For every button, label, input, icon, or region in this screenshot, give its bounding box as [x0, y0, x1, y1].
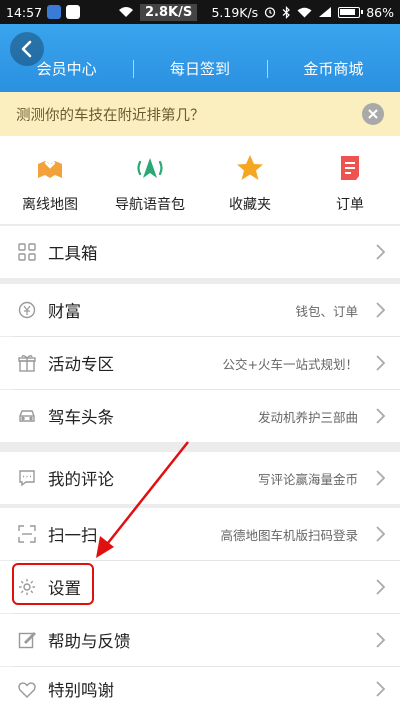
chevron-right-icon — [376, 470, 386, 486]
wifi-signal-icon — [297, 7, 312, 17]
grid-icon — [18, 243, 36, 261]
edit-icon — [18, 631, 36, 649]
chevron-right-icon — [376, 355, 386, 371]
menu-item-wealth[interactable]: 财富 钱包、订单 — [0, 284, 400, 336]
menu-item-label: 驾车头条 — [48, 408, 114, 427]
app-notification-icon — [47, 5, 62, 19]
heart-icon — [18, 681, 36, 699]
menu-item-label: 财富 — [48, 302, 81, 321]
offline-map-icon — [34, 152, 66, 184]
status-time: 14:57 — [6, 4, 43, 20]
quick-actions: 离线地图 导航语音包 收藏夹 订单 — [0, 136, 400, 224]
tab-coin-mall[interactable]: 金币商城 — [266, 54, 400, 84]
chevron-right-icon — [376, 526, 386, 542]
menu-item-label: 帮助与反馈 — [48, 632, 131, 651]
battery-level — [340, 8, 355, 15]
chevron-right-icon — [376, 244, 386, 260]
comment-icon — [18, 469, 36, 487]
chevron-right-icon — [376, 632, 386, 648]
menu-item-label: 扫一扫 — [48, 526, 98, 545]
chevron-right-icon — [376, 579, 386, 595]
menu-item-driving-news[interactable]: 驾车头条 发动机养护三部曲 — [0, 390, 400, 442]
tab-daily-checkin[interactable]: 每日签到 — [133, 54, 266, 84]
cellular-signal-icon — [319, 7, 332, 17]
settings-highlight-box — [12, 563, 94, 605]
notice-text: 测测你的车技在附近排第几？ — [16, 107, 205, 124]
menu-item-events[interactable]: 活动专区 公交+火车一站式规划！ — [0, 337, 400, 389]
alarm-icon — [265, 7, 276, 18]
wifi-icon — [119, 7, 133, 17]
order-icon — [334, 152, 366, 184]
qq-notification-icon — [66, 5, 81, 19]
close-icon — [368, 109, 378, 119]
chevron-right-icon — [376, 681, 386, 697]
coin-icon — [18, 301, 36, 319]
menu-item-label: 活动专区 — [48, 355, 114, 374]
quick-voice-pack-label: 导航语音包 — [115, 197, 185, 213]
menu-item-label: 特别鸣谢 — [48, 680, 114, 700]
menu-item-label: 工具箱 — [48, 244, 98, 263]
header: 会员中心 每日签到 金币商城 — [0, 24, 400, 92]
menu-item-label: 我的评论 — [48, 470, 114, 489]
menu-item-value: 公交+火车一站式规划！ — [222, 356, 358, 372]
menu-item-value: 发动机养护三部曲 — [257, 409, 358, 425]
notice-banner[interactable]: 测测你的车技在附近排第几？ — [0, 92, 400, 136]
quick-favorites[interactable]: 收藏夹 — [200, 136, 300, 224]
tab-member-center[interactable]: 会员中心 — [0, 54, 133, 84]
menu-item-toolbox[interactable]: 工具箱 — [0, 226, 400, 278]
battery-percent: 86% — [366, 4, 394, 20]
chevron-right-icon — [376, 408, 386, 424]
quick-offline-map-label: 离线地图 — [22, 197, 78, 213]
notice-close-button[interactable] — [362, 103, 384, 125]
quick-orders-label: 订单 — [336, 197, 364, 213]
status-bar: 14:57 2.8K/S 5.19K/s 86% — [0, 0, 400, 24]
menu-item-my-reviews[interactable]: 我的评论 写评论赢海量金币 — [0, 452, 400, 504]
menu-item-value: 钱包、订单 — [295, 303, 358, 319]
header-tabs: 会员中心 每日签到 金币商城 — [0, 54, 400, 84]
car-icon — [18, 407, 36, 425]
network-speed: 2.8K/S — [140, 3, 198, 21]
quick-voice-pack[interactable]: 导航语音包 — [100, 136, 200, 224]
gift-icon — [18, 354, 36, 372]
quick-favorites-label: 收藏夹 — [229, 197, 271, 213]
star-icon — [234, 152, 266, 184]
voice-pack-icon — [134, 152, 166, 184]
quick-offline-map[interactable]: 离线地图 — [0, 136, 100, 224]
battery-icon — [338, 6, 364, 18]
scan-icon — [18, 525, 36, 543]
menu-item-scan[interactable]: 扫一扫 高德地图车机版扫码登录 — [0, 508, 400, 560]
menu-item-value: 高德地图车机版扫码登录 — [220, 527, 358, 543]
menu-item-value: 写评论赢海量金币 — [257, 471, 358, 487]
quick-orders[interactable]: 订单 — [300, 136, 400, 224]
bluetooth-icon — [282, 5, 291, 19]
menu-item-special-thanks[interactable]: 特别鸣谢 — [0, 667, 400, 710]
network-speed-secondary: 5.19K/s — [211, 4, 259, 20]
menu-item-help-feedback[interactable]: 帮助与反馈 — [0, 614, 400, 666]
chevron-right-icon — [376, 302, 386, 318]
